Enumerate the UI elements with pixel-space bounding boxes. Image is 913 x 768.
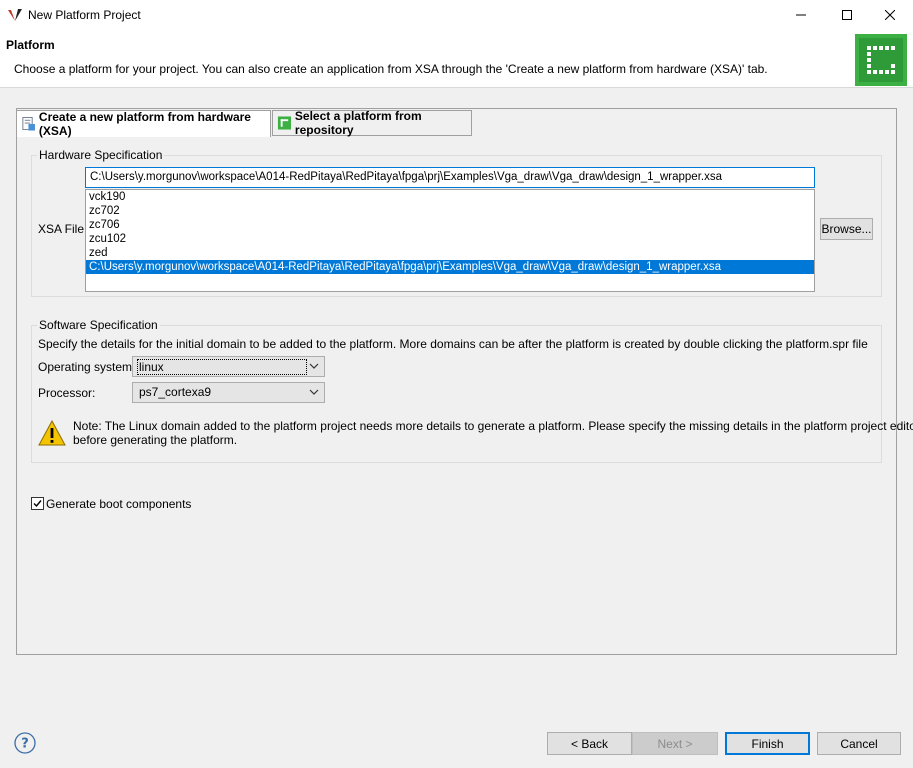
- close-icon: [885, 10, 895, 20]
- generate-boot-checkbox[interactable]: [31, 497, 44, 510]
- processor-label: Processor:: [38, 386, 96, 400]
- os-select[interactable]: linux: [132, 356, 325, 377]
- tab-select-label: Select a platform from repository: [294, 109, 422, 137]
- list-item-selected[interactable]: C:\Users\y.morgunov\workspace\A014-RedPi…: [86, 260, 814, 274]
- note-line-2: before generating the platform.: [73, 433, 238, 447]
- tab-create-from-hardware[interactable]: Create a new platform from hardware (XSA…: [16, 110, 271, 138]
- software-spec-label: Software Specification: [37, 318, 160, 332]
- browse-button[interactable]: Browse...: [820, 218, 873, 240]
- window-title: New Platform Project: [28, 8, 141, 22]
- page-description: Choose a platform for your project. You …: [14, 62, 768, 76]
- list-item[interactable]: vck190: [86, 190, 814, 204]
- generate-boot-label: Generate boot components: [46, 497, 192, 511]
- minimize-button[interactable]: [778, 0, 824, 30]
- note-line-1: Note: The Linux domain added to the plat…: [73, 419, 913, 433]
- hardware-xsa-icon: [22, 117, 35, 131]
- window-titlebar: New Platform Project: [0, 0, 913, 30]
- vitis-app-icon: [8, 9, 22, 21]
- page-title: Platform: [6, 38, 55, 52]
- software-spec-description: Specify the details for the initial doma…: [38, 337, 868, 351]
- maximize-icon: [842, 10, 852, 20]
- minimize-icon: [796, 14, 806, 16]
- wizard-header: Platform Choose a platform for your proj…: [0, 30, 913, 88]
- xsa-file-input[interactable]: C:\Users\y.morgunov\workspace\A014-RedPi…: [85, 167, 815, 188]
- list-item[interactable]: zc706: [86, 218, 814, 232]
- finish-button[interactable]: Finish: [725, 732, 810, 755]
- cancel-button[interactable]: Cancel: [817, 732, 901, 755]
- warning-icon: [38, 420, 66, 446]
- processor-select[interactable]: ps7_cortexa9: [132, 382, 325, 403]
- os-label: Operating system:: [38, 360, 136, 374]
- list-item[interactable]: zed: [86, 246, 814, 260]
- tab-create-label: Create a new platform from hardware (XSA…: [38, 110, 251, 138]
- list-item[interactable]: zcu102: [86, 232, 814, 246]
- xsa-file-label: XSA File:: [38, 222, 88, 236]
- chevron-down-icon: [309, 363, 319, 369]
- platform-logo-icon: [855, 34, 907, 86]
- back-button[interactable]: < Back: [547, 732, 632, 755]
- xsa-suggestion-list[interactable]: vck190 zc702 zc706 zcu102 zed C:\Users\y…: [85, 189, 815, 292]
- hardware-spec-label: Hardware Specification: [37, 148, 165, 162]
- tab-select-from-repository[interactable]: Select a platform from repository: [272, 109, 472, 137]
- maximize-button[interactable]: [824, 0, 870, 30]
- next-button[interactable]: Next >: [632, 732, 718, 755]
- repository-icon: [277, 116, 291, 130]
- close-button[interactable]: [867, 0, 913, 30]
- processor-select-value: ps7_cortexa9: [139, 385, 212, 399]
- svg-text:?: ?: [21, 737, 29, 752]
- list-item[interactable]: zc702: [86, 204, 814, 218]
- help-icon[interactable]: ?: [14, 732, 36, 754]
- chevron-down-icon: [309, 389, 319, 395]
- os-select-value: linux: [137, 359, 307, 375]
- checkmark-icon: [33, 500, 42, 508]
